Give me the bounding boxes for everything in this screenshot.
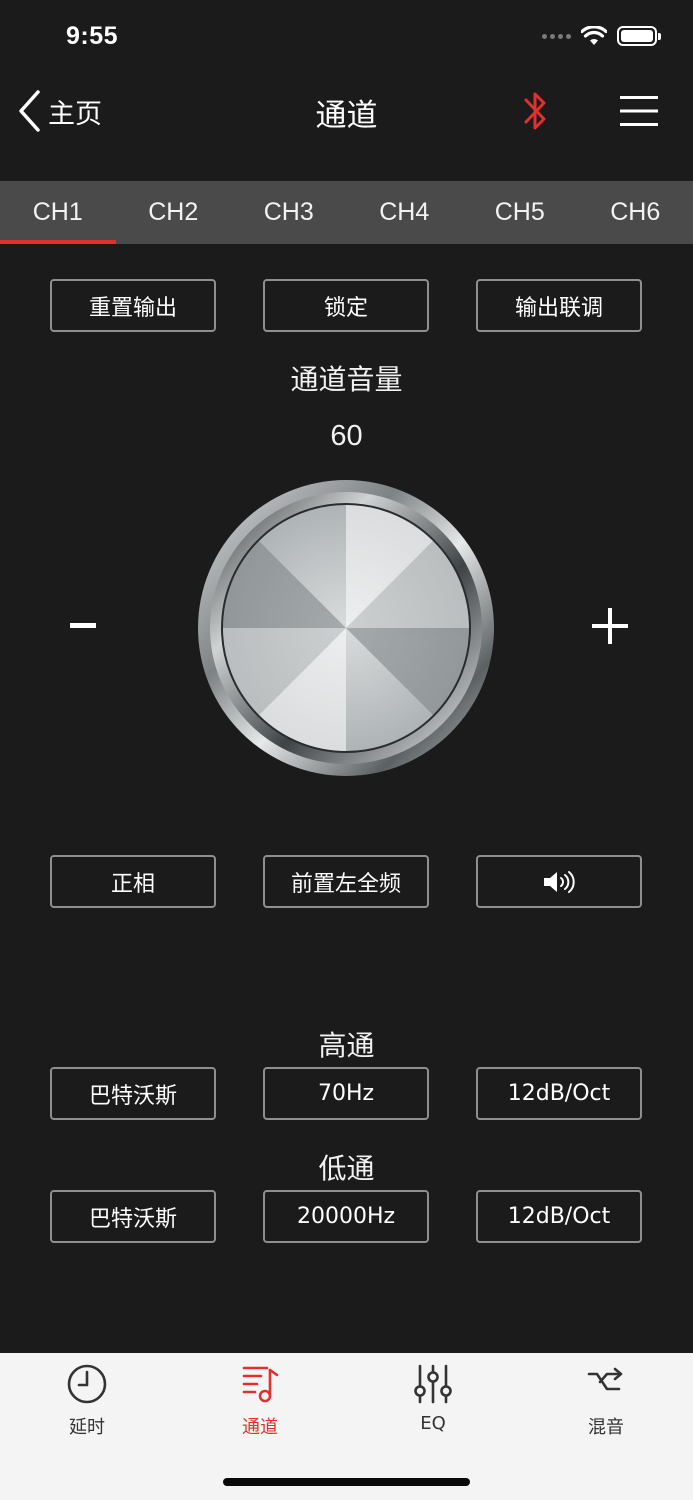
tab-ch3[interactable]: CH3 xyxy=(231,181,347,244)
volume-value: 60 xyxy=(330,420,363,452)
high-pass-label: 高通 xyxy=(318,1029,375,1062)
tab-channel[interactable]: 通道 xyxy=(200,1363,320,1443)
music-list-icon xyxy=(242,1366,279,1403)
channel-tabs: CH1 CH2 CH3 CH4 CH5 CH6 xyxy=(0,181,693,244)
tab-eq[interactable]: EQ xyxy=(373,1363,493,1443)
tab-channel-label: 通道 xyxy=(242,1417,278,1438)
tab-ch4[interactable]: CH4 xyxy=(347,181,463,244)
bluetooth-icon[interactable] xyxy=(518,88,552,134)
low-pass-slope-button[interactable]: 12dB/Oct xyxy=(476,1190,642,1243)
clock-icon xyxy=(67,1364,107,1404)
volume-increase-button[interactable] xyxy=(592,608,628,644)
battery-icon xyxy=(617,26,661,46)
mute-button[interactable] xyxy=(476,855,642,908)
tab-mix-label: 混音 xyxy=(588,1417,624,1438)
hamburger-menu-icon[interactable] xyxy=(620,95,658,127)
high-pass-type-button[interactable]: 巴特沃斯 xyxy=(50,1067,216,1120)
tab-ch6[interactable]: CH6 xyxy=(578,181,693,244)
tab-delay[interactable]: 延时 xyxy=(27,1363,147,1443)
home-indicator xyxy=(223,1478,470,1486)
tab-delay-label: 延时 xyxy=(69,1417,105,1438)
tab-ch2[interactable]: CH2 xyxy=(116,181,232,244)
minus-icon xyxy=(70,623,96,628)
page-title: 通道 xyxy=(315,98,378,134)
low-pass-freq-button[interactable]: 20000Hz xyxy=(263,1190,429,1243)
phase-button[interactable]: 正相 xyxy=(50,855,216,908)
volume-knob[interactable] xyxy=(196,478,496,778)
volume-label: 通道音量 xyxy=(290,363,403,396)
low-pass-label: 低通 xyxy=(318,1152,375,1185)
shuffle-icon xyxy=(587,1367,623,1391)
status-time: 9:55 xyxy=(66,22,119,50)
sliders-icon xyxy=(414,1364,452,1404)
signal-dots-icon xyxy=(542,33,571,39)
tab-eq-label: EQ xyxy=(420,1413,446,1434)
tab-mix[interactable]: 混音 xyxy=(546,1363,666,1443)
high-pass-slope-button[interactable]: 12dB/Oct xyxy=(476,1067,642,1120)
tab-ch1[interactable]: CH1 xyxy=(0,181,116,244)
reset-output-button[interactable]: 重置输出 xyxy=(50,279,216,332)
tab-ch5[interactable]: CH5 xyxy=(462,181,578,244)
status-icons xyxy=(542,26,661,46)
low-pass-type-button[interactable]: 巴特沃斯 xyxy=(50,1190,216,1243)
lock-button[interactable]: 锁定 xyxy=(263,279,429,332)
wifi-icon xyxy=(581,26,607,45)
channel-position-button[interactable]: 前置左全频 xyxy=(263,855,429,908)
output-link-button[interactable]: 输出联调 xyxy=(476,279,642,332)
high-pass-freq-button[interactable]: 70Hz xyxy=(263,1067,429,1120)
speaker-volume-icon xyxy=(544,870,575,893)
